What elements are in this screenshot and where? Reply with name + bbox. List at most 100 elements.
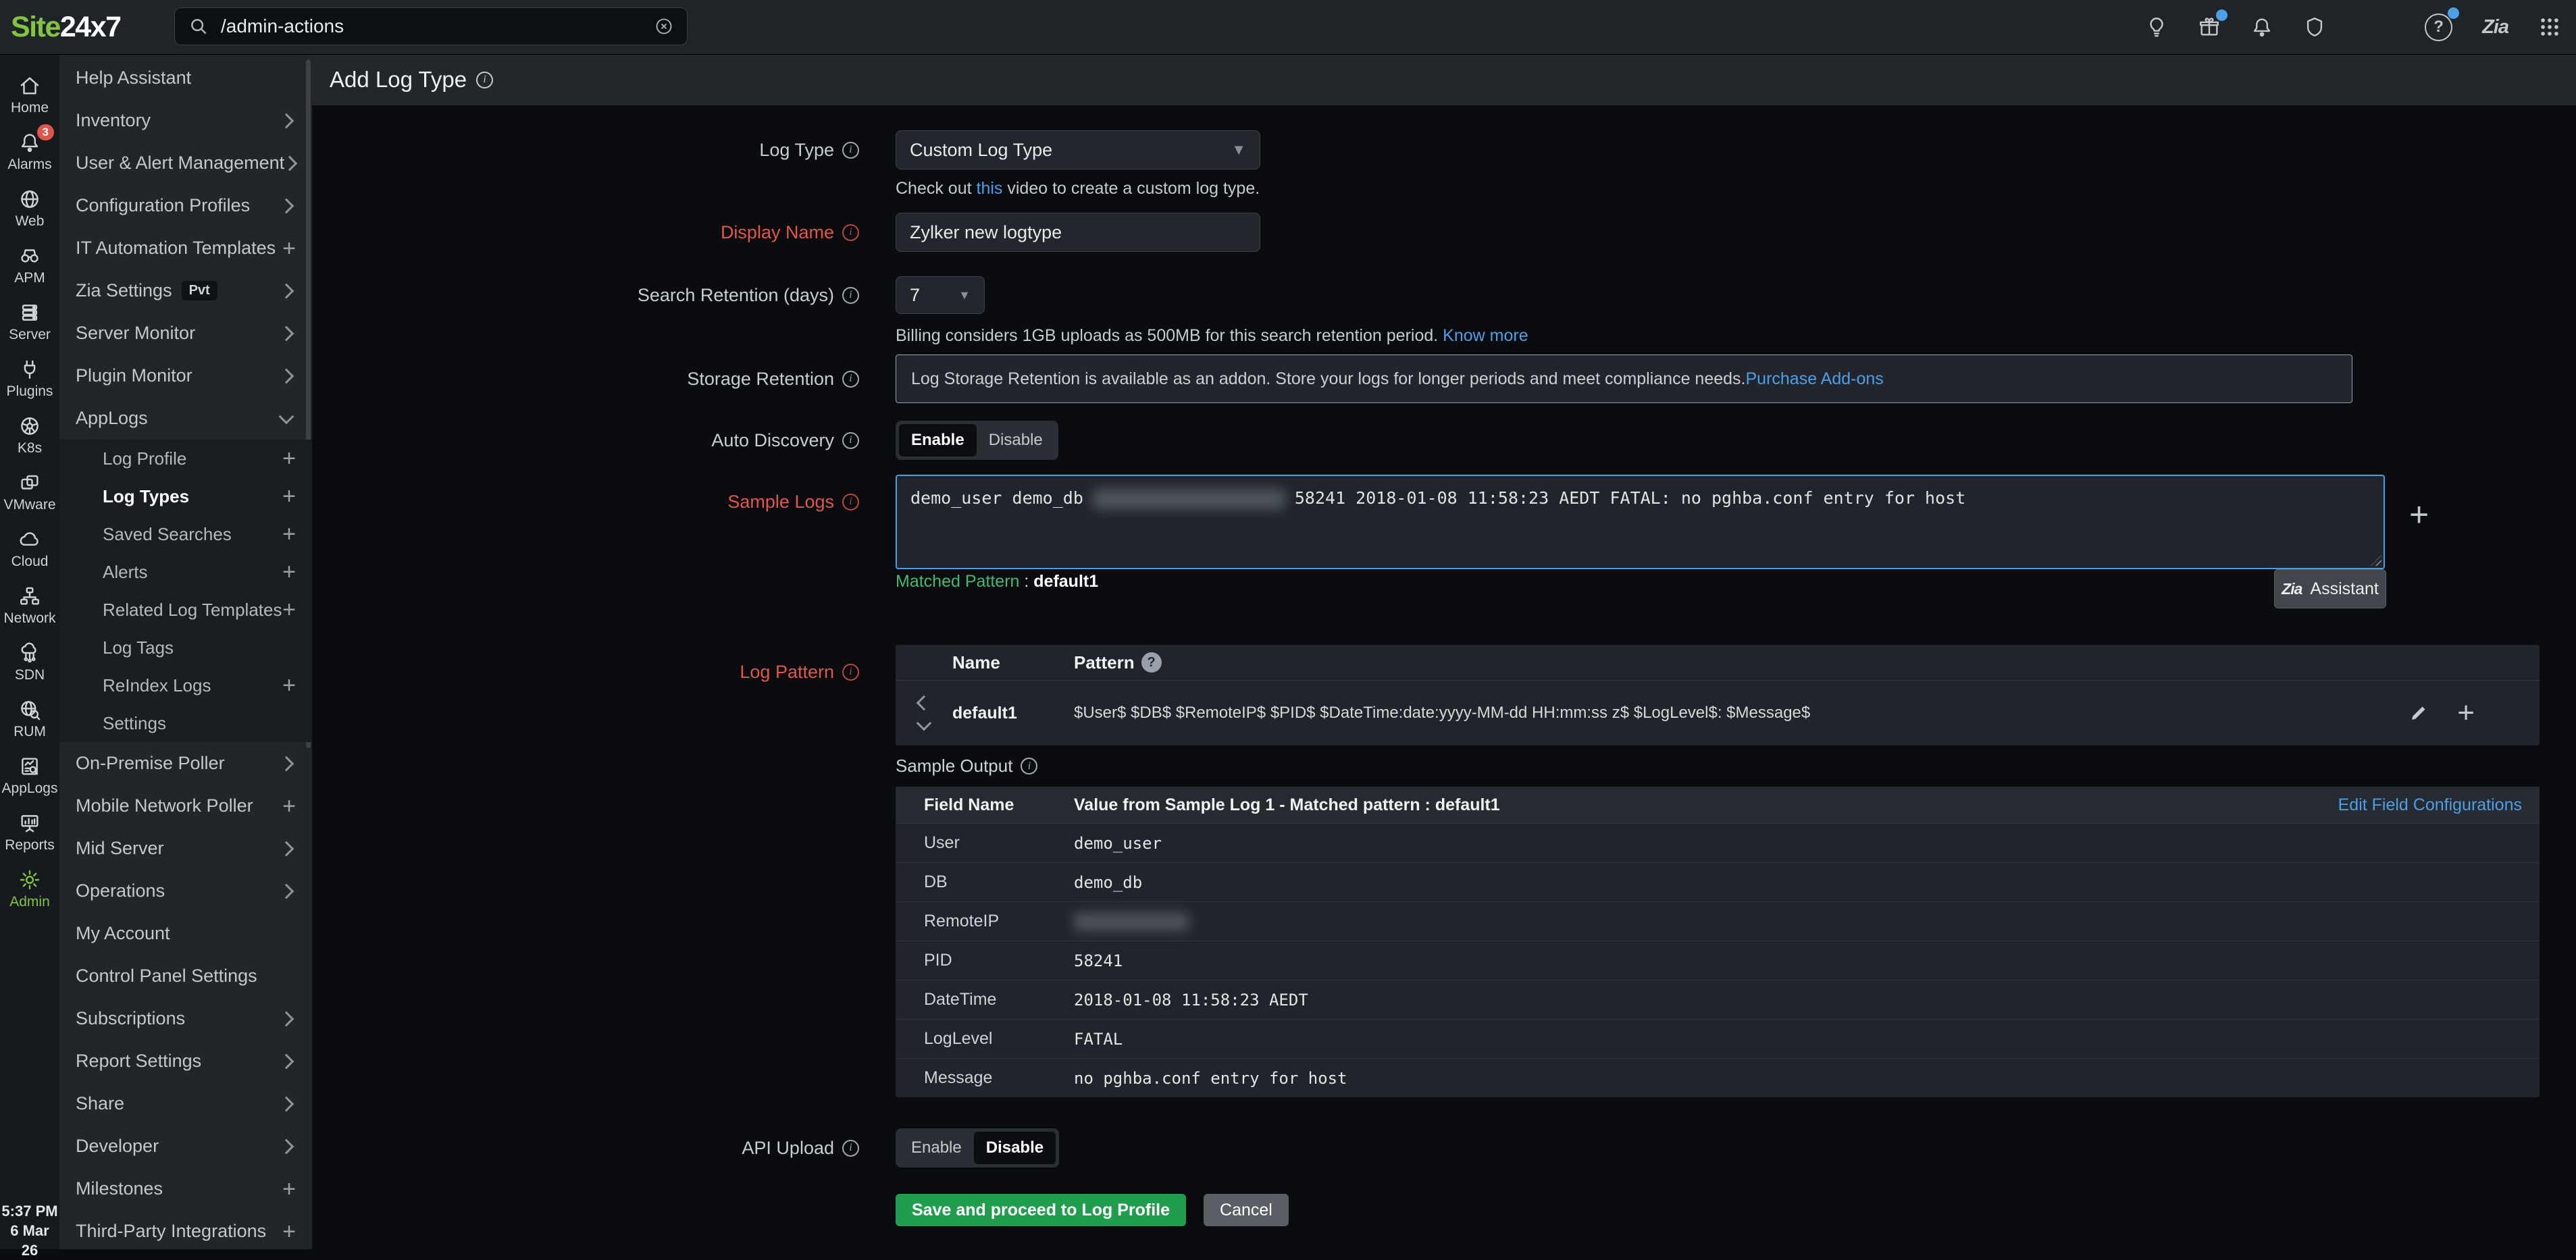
sidebar-item-developer[interactable]: Developer	[59, 1125, 312, 1167]
info-icon[interactable]: i	[842, 287, 859, 304]
zia-icon: Zia	[2282, 580, 2302, 598]
rail-item-server[interactable]: Server	[0, 293, 59, 350]
sidebar-item-log-types[interactable]: Log Types+	[59, 477, 312, 515]
sidebar-item-control-panel-settings[interactable]: Control Panel Settings	[59, 955, 312, 997]
plus-icon[interactable]: +	[282, 452, 296, 465]
sidebar-item-settings[interactable]: Settings	[59, 704, 312, 742]
apps-grid-icon[interactable]	[2538, 16, 2561, 38]
rail-item-plugins[interactable]: Plugins	[0, 350, 59, 406]
edit-field-configurations-link[interactable]: Edit Field Configurations	[2338, 795, 2522, 815]
site24x7-logo[interactable]: Site24x7	[11, 0, 121, 54]
chevron-down-icon[interactable]	[917, 716, 932, 731]
purchase-addons-link[interactable]: Purchase Add-ons	[1746, 369, 1884, 389]
rail-item-cloud[interactable]: Cloud	[0, 520, 59, 577]
save-button[interactable]: Save and proceed to Log Profile	[896, 1194, 1186, 1226]
sidebar-item-plugin-monitor[interactable]: Plugin Monitor	[59, 355, 312, 397]
info-icon[interactable]: i	[842, 142, 859, 159]
chevron-up-icon[interactable]	[917, 695, 932, 711]
sidebar-item-log-tags[interactable]: Log Tags	[59, 629, 312, 666]
log-pattern-table-header: Name Pattern ?	[896, 645, 2540, 681]
sidebar-item-share[interactable]: Share	[59, 1082, 312, 1125]
sidebar-item-configuration-profiles[interactable]: Configuration Profiles	[59, 184, 312, 227]
sample-logs-textarea[interactable]: demo_user demo_db58241 2018-01-08 11:58:…	[896, 475, 2385, 569]
rail-item-admin[interactable]: Admin	[0, 860, 59, 917]
sidebar-item-user-alert-management[interactable]: User & Alert Management	[59, 142, 312, 184]
auto-discovery-enable[interactable]: Enable	[899, 424, 977, 456]
plus-icon[interactable]: +	[282, 1182, 296, 1196]
plus-icon[interactable]: +	[282, 799, 296, 813]
plus-icon[interactable]: +	[282, 242, 296, 255]
clear-search-icon[interactable]	[654, 17, 673, 36]
plus-icon[interactable]: +	[282, 527, 296, 541]
rail-item-applogs[interactable]: AppLogs	[0, 747, 59, 804]
rail-item-network[interactable]: Network	[0, 577, 59, 633]
api-upload-enable[interactable]: Enable	[899, 1132, 974, 1164]
gift-icon[interactable]	[2198, 16, 2221, 38]
auto-discovery-label: Auto Discoveryi	[312, 421, 859, 460]
info-icon[interactable]: i	[842, 224, 859, 241]
video-link[interactable]: this	[977, 179, 1003, 198]
plus-icon[interactable]: +	[282, 490, 296, 503]
shield-icon[interactable]	[2303, 16, 2326, 38]
info-icon[interactable]: i	[1021, 758, 1037, 775]
auto-discovery-disable[interactable]: Disable	[977, 424, 1055, 456]
info-icon[interactable]: i	[842, 1140, 859, 1157]
sidebar-item-saved-searches[interactable]: Saved Searches+	[59, 515, 312, 553]
plus-icon[interactable]: +	[282, 679, 296, 692]
sidebar-item-related-log-templates[interactable]: Related Log Templates+	[59, 591, 312, 629]
sidebar-item-it-automation-templates[interactable]: IT Automation Templates+	[59, 227, 312, 269]
rail-item-home[interactable]: Home	[0, 66, 59, 123]
rail-item-rum[interactable]: RUM	[0, 690, 59, 747]
rail-item-vmware[interactable]: VMware	[0, 463, 59, 520]
info-icon[interactable]: i	[842, 494, 859, 510]
help-icon[interactable]: ?	[2425, 14, 2452, 41]
pattern-help-icon[interactable]: ?	[1141, 652, 1162, 673]
global-search[interactable]	[174, 7, 688, 45]
sidebar-item-report-settings[interactable]: Report Settings	[59, 1040, 312, 1082]
sidebar-item-alerts[interactable]: Alerts+	[59, 553, 312, 591]
sidebar-item-third-party-integrations[interactable]: Third-Party Integrations+	[59, 1210, 312, 1249]
sidebar-item-mobile-network-poller[interactable]: Mobile Network Poller+	[59, 785, 312, 827]
sidebar-item-on-premise-poller[interactable]: On-Premise Poller	[59, 742, 312, 785]
sidebar-item-server-monitor[interactable]: Server Monitor	[59, 312, 312, 355]
plus-icon[interactable]: +	[282, 603, 296, 616]
log-type-dropdown[interactable]: Custom Log Type ▼	[896, 130, 1260, 169]
search-input[interactable]	[220, 15, 644, 38]
rail-item-alarms[interactable]: Alarms3	[0, 123, 59, 180]
sidebar-item-subscriptions[interactable]: Subscriptions	[59, 997, 312, 1040]
cancel-button[interactable]: Cancel	[1204, 1194, 1289, 1226]
sidebar-item-zia-settings[interactable]: Zia SettingsPvt	[59, 269, 312, 312]
sidebar-item-my-account[interactable]: My Account	[59, 912, 312, 955]
zia-icon[interactable]: Zia	[2482, 16, 2508, 38]
info-icon[interactable]: i	[476, 72, 493, 88]
sidebar-item-reindex-logs[interactable]: ReIndex Logs+	[59, 666, 312, 704]
assistant-button[interactable]: Zia Assistant	[2274, 569, 2386, 608]
plus-icon[interactable]: +	[282, 1225, 296, 1238]
sidebar-item-help-assistant[interactable]: Help Assistant	[59, 57, 312, 99]
rail-item-apm[interactable]: APM	[0, 236, 59, 293]
row-sorter[interactable]	[896, 698, 952, 729]
info-icon[interactable]: i	[842, 432, 859, 449]
know-more-link[interactable]: Know more	[1443, 326, 1528, 345]
plus-icon[interactable]: +	[282, 565, 296, 579]
info-icon[interactable]: i	[842, 371, 859, 388]
sidebar-item-inventory[interactable]: Inventory	[59, 99, 312, 142]
api-upload-disable[interactable]: Disable	[974, 1132, 1056, 1164]
sidebar-item-milestones[interactable]: Milestones+	[59, 1167, 312, 1210]
display-name-input[interactable]	[896, 213, 1260, 252]
add-sample-log-icon[interactable]: +	[2409, 501, 2429, 528]
sidebar-item-operations[interactable]: Operations	[59, 870, 312, 912]
info-icon[interactable]: i	[842, 664, 859, 681]
sidebar-item-applogs[interactable]: AppLogs	[59, 397, 312, 440]
rail-item-reports[interactable]: Reports	[0, 804, 59, 860]
rail-item-sdn[interactable]: SDN	[0, 633, 59, 690]
edit-pattern-icon[interactable]	[2408, 703, 2429, 723]
rail-item-web[interactable]: Web	[0, 180, 59, 236]
sidebar-item-mid-server[interactable]: Mid Server	[59, 827, 312, 870]
sidebar-item-log-profile[interactable]: Log Profile+	[59, 440, 312, 477]
bulb-icon[interactable]	[2145, 16, 2168, 38]
search-retention-dropdown[interactable]: 7 ▼	[896, 276, 985, 314]
rail-item-k8s[interactable]: K8s	[0, 406, 59, 463]
bell-icon[interactable]	[2250, 16, 2273, 38]
add-pattern-icon[interactable]: +	[2457, 703, 2475, 723]
